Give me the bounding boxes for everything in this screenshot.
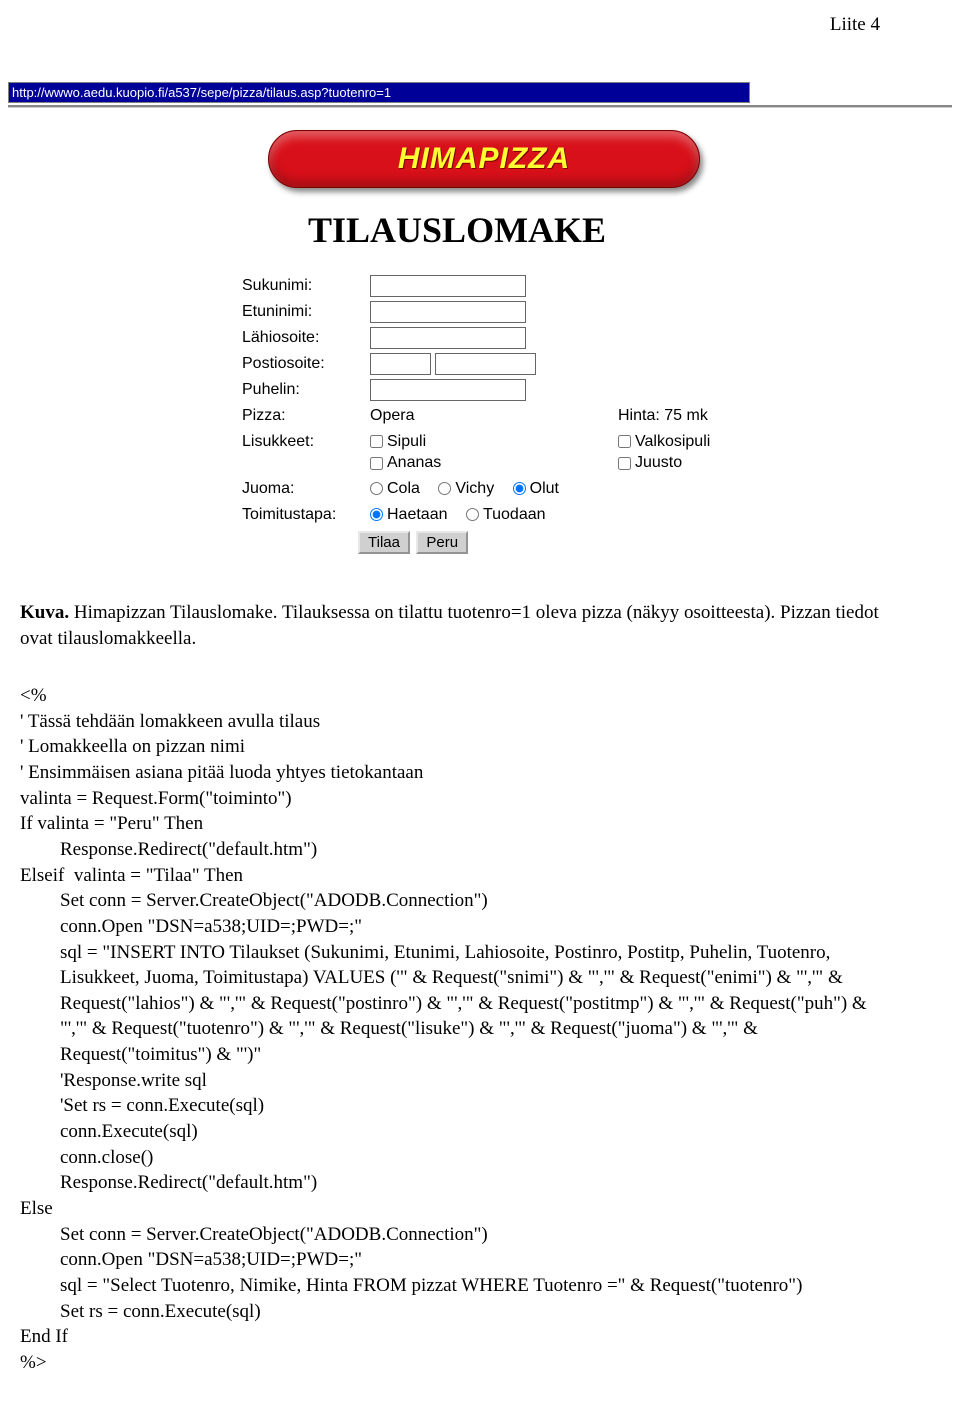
cb-valkosipuli-label: Valkosipuli bbox=[635, 433, 710, 450]
page-header: Liite 4 bbox=[0, 0, 960, 38]
rb-cola-label: Cola bbox=[387, 480, 420, 497]
postitmp-input[interactable] bbox=[435, 353, 536, 375]
cb-valkosipuli[interactable] bbox=[618, 435, 631, 448]
pizza-value: Opera bbox=[366, 403, 614, 429]
rb-haetaan-label: Haetaan bbox=[387, 506, 448, 523]
rb-olut-label: Olut bbox=[530, 480, 559, 497]
rb-olut[interactable] bbox=[513, 482, 526, 495]
order-form: Sukunimi: Etuninimi: Lähiosoite: Postios… bbox=[238, 273, 822, 527]
label-pizza: Pizza: bbox=[238, 403, 366, 429]
rb-vichy-label: Vichy bbox=[455, 480, 494, 497]
caption-text: Himapizzan Tilauslomake. Tilauksessa on … bbox=[20, 602, 879, 649]
rb-vichy[interactable] bbox=[438, 482, 451, 495]
cb-ananas[interactable] bbox=[370, 457, 383, 470]
label-etunimi: Etuninimi: bbox=[238, 299, 366, 325]
form-screenshot: HIMAPIZZA TILAUSLOMAKE Sukunimi: Etunini… bbox=[0, 130, 960, 574]
peru-button[interactable]: Peru bbox=[416, 531, 468, 554]
figure-caption: Kuva. Himapizzan Tilauslomake. Tilaukses… bbox=[0, 574, 960, 657]
label-postiosoite: Postiosoite: bbox=[238, 351, 366, 377]
cb-sipuli[interactable] bbox=[370, 435, 383, 448]
label-sukunimi: Sukunimi: bbox=[238, 273, 366, 299]
sukunimi-input[interactable] bbox=[370, 275, 526, 297]
rb-tuodaan-label: Tuodaan bbox=[483, 506, 546, 523]
cb-ananas-label: Ananas bbox=[387, 454, 441, 471]
postinro-input[interactable] bbox=[370, 353, 431, 375]
cb-juusto-label: Juusto bbox=[635, 454, 682, 471]
page-title: TILAUSLOMAKE bbox=[308, 206, 952, 255]
rb-haetaan[interactable] bbox=[370, 508, 383, 521]
rb-cola[interactable] bbox=[370, 482, 383, 495]
puhelin-input[interactable] bbox=[370, 379, 526, 401]
cb-juusto[interactable] bbox=[618, 457, 631, 470]
brand-text: HIMAPIZZA bbox=[398, 139, 570, 180]
caption-label: Kuva. bbox=[20, 602, 69, 623]
divider bbox=[8, 105, 952, 108]
code-listing: <% ' Tässä tehdään lomakkeen avulla tila… bbox=[0, 658, 960, 1405]
address-bar: http://wwwo.aedu.kuopio.fi/a537/sepe/piz… bbox=[8, 82, 750, 104]
etunimi-input[interactable] bbox=[370, 301, 526, 323]
label-toimitustapa: Toimitustapa: bbox=[238, 502, 366, 528]
tilaa-button[interactable]: Tilaa bbox=[358, 531, 410, 554]
rb-tuodaan[interactable] bbox=[466, 508, 479, 521]
lahiosoite-input[interactable] bbox=[370, 327, 526, 349]
label-puhelin: Puhelin: bbox=[238, 377, 366, 403]
hinta-value: Hinta: 75 mk bbox=[614, 403, 822, 429]
label-lisukkeet: Lisukkeet: bbox=[238, 429, 366, 476]
label-juoma: Juoma: bbox=[238, 476, 366, 502]
logo-pill: HIMAPIZZA bbox=[268, 130, 700, 188]
label-lahiosoite: Lähiosoite: bbox=[238, 325, 366, 351]
cb-sipuli-label: Sipuli bbox=[387, 433, 426, 450]
